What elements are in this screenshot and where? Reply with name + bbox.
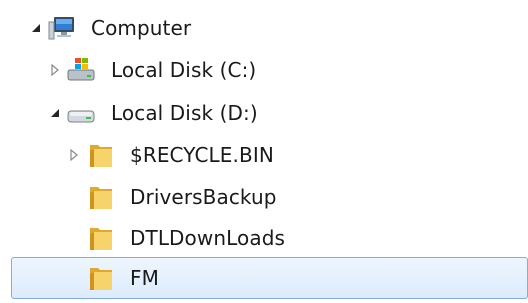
navigation-tree: Computer Local Disk (C:) Local Disk (D:)…: [0, 0, 528, 303]
tree-item-label: DriversBackup: [130, 185, 277, 209]
tree-item-label: Local Disk (C:): [111, 58, 257, 82]
collapsed-arrow-icon[interactable]: [67, 148, 81, 162]
folder-icon: [87, 141, 115, 169]
tree-item-label: $RECYCLE.BIN: [130, 143, 274, 167]
tree-item-label: DTLDownLoads: [130, 226, 286, 250]
collapsed-arrow-icon[interactable]: [48, 63, 62, 77]
tree-item-folder-selected[interactable]: FM: [11, 257, 528, 299]
tree-item-label: Local Disk (D:): [111, 101, 258, 125]
folder-icon: [87, 183, 115, 211]
drive-icon: [67, 99, 95, 127]
folder-icon: [87, 224, 115, 252]
computer-icon: [48, 14, 76, 42]
expanded-arrow-icon[interactable]: [48, 106, 62, 120]
folder-icon: [87, 264, 115, 292]
tree-item-label: Computer: [91, 16, 192, 40]
tree-item-label: FM: [130, 266, 159, 290]
expanded-arrow-icon[interactable]: [29, 21, 43, 35]
windows-drive-icon: [67, 56, 95, 84]
